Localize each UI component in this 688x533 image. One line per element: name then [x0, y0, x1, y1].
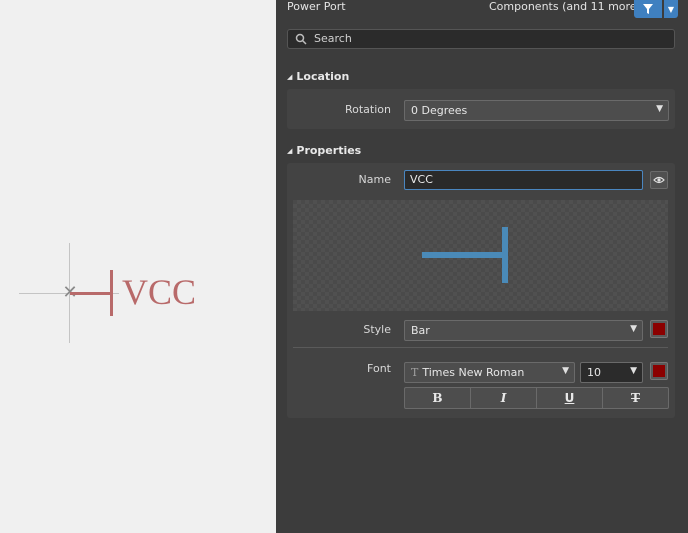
- font-family-value: Times New Roman: [422, 366, 525, 379]
- properties-panel: Power Port Components (and 11 more) ▼ Se…: [276, 0, 688, 533]
- chevron-down-icon: ▼: [667, 4, 675, 14]
- style-color-swatch[interactable]: [650, 320, 668, 338]
- font-format-toolbar: B I U T: [404, 387, 669, 409]
- filter-dropdown-button[interactable]: ▼: [664, 0, 678, 18]
- rotation-label: Rotation: [344, 103, 391, 116]
- funnel-icon: [643, 4, 653, 14]
- preview-bar: [502, 227, 508, 283]
- name-label: Name: [358, 173, 391, 186]
- bold-button[interactable]: B: [405, 388, 471, 408]
- power-port-stem[interactable]: [70, 292, 112, 295]
- style-label: Style: [363, 323, 391, 336]
- rotation-value: 0 Degrees: [411, 104, 468, 117]
- name-field[interactable]: VCC: [404, 170, 643, 190]
- location-header-label: Location: [296, 70, 350, 83]
- font-color-swatch[interactable]: [650, 362, 668, 380]
- collapse-triangle-icon: ◢: [287, 147, 293, 155]
- font-family-dropdown[interactable]: T Times New Roman ▼: [404, 362, 575, 383]
- location-section-header[interactable]: ◢ Location: [287, 70, 349, 83]
- chevron-down-icon: ▼: [630, 324, 637, 334]
- style-dropdown[interactable]: Bar ▼: [404, 320, 643, 341]
- font-size-value: 10: [587, 366, 601, 379]
- search-placeholder: Search: [314, 32, 352, 45]
- font-color-fill: [653, 365, 665, 377]
- font-label: Font: [367, 362, 391, 375]
- style-preview: [293, 200, 668, 311]
- filter-button[interactable]: [634, 0, 662, 18]
- search-input[interactable]: Search: [287, 29, 675, 49]
- font-type-icon: T: [411, 366, 419, 379]
- panel-title: Power Port: [287, 0, 346, 13]
- name-value: VCC: [410, 173, 433, 186]
- rotation-dropdown[interactable]: 0 Degrees ▼: [404, 100, 669, 121]
- strikethrough-button[interactable]: T: [603, 388, 668, 408]
- location-section: Rotation 0 Degrees ▼: [287, 89, 675, 129]
- italic-button[interactable]: I: [471, 388, 537, 408]
- eye-icon: [653, 176, 665, 184]
- schematic-canvas[interactable]: ✕ VCC: [0, 0, 276, 533]
- section-divider: [293, 347, 668, 348]
- properties-header-label: Properties: [296, 144, 362, 157]
- properties-section-header[interactable]: ◢ Properties: [287, 144, 361, 157]
- preview-stem: [422, 252, 504, 258]
- font-family-value-wrap: T Times New Roman: [411, 366, 524, 379]
- chevron-down-icon: ▼: [656, 104, 663, 114]
- power-port-label[interactable]: VCC: [122, 270, 196, 314]
- visibility-toggle-button[interactable]: [650, 171, 668, 189]
- filter-scope-text: Components (and 11 more): [489, 0, 641, 13]
- search-icon: [295, 33, 307, 45]
- collapse-triangle-icon: ◢: [287, 73, 293, 81]
- chevron-down-icon: ▼: [630, 366, 637, 376]
- style-value: Bar: [411, 324, 430, 337]
- style-color-fill: [653, 323, 665, 335]
- power-port-bar[interactable]: [110, 270, 113, 316]
- underline-button[interactable]: U: [537, 388, 603, 408]
- font-size-dropdown[interactable]: 10 ▼: [580, 362, 643, 383]
- chevron-down-icon: ▼: [562, 366, 569, 376]
